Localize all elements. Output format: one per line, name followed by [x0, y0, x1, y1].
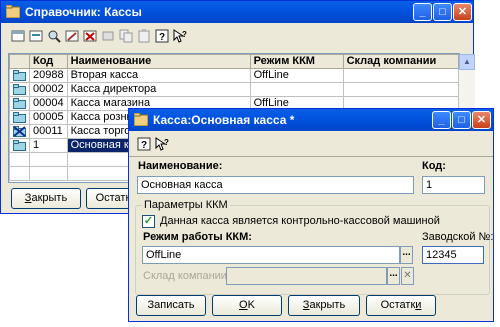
table-cell-warehouse: [342, 68, 459, 83]
table-cell-mode: [249, 82, 344, 97]
folder-icon: [13, 70, 26, 81]
table-cell-name: Вторая касса: [66, 68, 251, 83]
column-header-warehouse[interactable]: Склад компании: [342, 54, 459, 69]
table-cell-code: 1: [29, 138, 68, 153]
table-row[interactable]: 20988 Вторая касса OffLine: [9, 68, 459, 83]
save-button[interactable]: Записать: [136, 295, 206, 316]
svg-text:?: ?: [182, 30, 187, 39]
edit-icon[interactable]: [64, 28, 80, 44]
dialog-help-icon[interactable]: ?: [136, 136, 152, 152]
dialog-toolbar-separator: [129, 156, 493, 157]
code-field[interactable]: 1: [422, 176, 485, 194]
column-header-icon[interactable]: [9, 54, 30, 69]
dialog-app-icon: [134, 113, 148, 126]
main-titlebar[interactable]: Справочник: Кассы _ □ ✕: [1, 1, 473, 23]
empty-cell: [9, 166, 30, 181]
help-icon[interactable]: ?: [154, 28, 170, 44]
dialog-maximize-button[interactable]: □: [452, 111, 471, 129]
minimize-button[interactable]: _: [413, 3, 432, 21]
copy-icon[interactable]: [118, 28, 134, 44]
dialog-minimize-button[interactable]: _: [432, 111, 451, 129]
row-icon-cell: [9, 138, 30, 153]
table-cell-name: Касса директора: [66, 82, 251, 97]
mode-label: Режим работы ККМ:: [143, 231, 252, 243]
row-icon-cell: [9, 110, 30, 125]
new-group-icon[interactable]: [28, 28, 44, 44]
kkm-parameters-group-label: Параметры ККМ: [142, 199, 230, 211]
name-field[interactable]: Основная касса: [137, 176, 414, 194]
column-header-name[interactable]: Наименование: [66, 54, 251, 69]
empty-cell: [9, 152, 30, 167]
delete-icon[interactable]: [82, 28, 98, 44]
context-help-icon[interactable]: ?: [172, 28, 188, 44]
table-header-row: Код Наименование Режим ККМ Склад компани…: [9, 54, 459, 69]
row-icon-cell: [9, 96, 30, 111]
paste-icon[interactable]: [136, 28, 152, 44]
scroll-up-button[interactable]: ▲: [459, 54, 475, 70]
new-item-icon[interactable]: [10, 28, 26, 44]
remainders-button[interactable]: Остатки: [366, 295, 436, 316]
row-icon-cell: [9, 82, 30, 97]
table-cell-code: 00005: [29, 110, 68, 125]
table-cell-warehouse: [342, 82, 459, 97]
cash-register-dialog: Касса:Основная касса * _ □ ✕ ? ? Наимено…: [128, 108, 494, 322]
folder-icon: [13, 140, 26, 151]
warehouse-label: Склад компании:: [143, 270, 231, 282]
folder-icon: [13, 84, 26, 95]
warehouse-select-button: ...: [387, 267, 400, 285]
move-icon[interactable]: [100, 28, 116, 44]
main-toolbar: ? ?: [4, 25, 470, 47]
kkm-checkbox-label[interactable]: Данная касса является контрольно-кассово…: [160, 215, 440, 227]
close-window-button[interactable]: ✕: [453, 3, 472, 21]
kkm-checkbox[interactable]: ✓: [142, 215, 155, 228]
name-label: Наименование:: [138, 160, 223, 172]
serial-label: Заводской №:: [422, 231, 494, 243]
main-window-title: Справочник: Кассы: [25, 5, 142, 19]
table-cell-code: 00011: [29, 124, 68, 139]
table-row[interactable]: 00002 Касса директора: [9, 82, 459, 97]
code-label: Код:: [422, 160, 446, 172]
column-header-code[interactable]: Код: [29, 54, 68, 69]
deleted-folder-icon: [13, 126, 26, 137]
mode-field[interactable]: OffLine: [142, 246, 400, 264]
table-cell-code: 00002: [29, 82, 68, 97]
table-cell-code: 20988: [29, 68, 68, 83]
folder-icon: [13, 98, 26, 109]
row-icon-cell: [9, 124, 30, 139]
serial-field[interactable]: 12345: [422, 246, 484, 264]
table-cell-mode: OffLine: [249, 68, 344, 83]
dialog-close-window-button[interactable]: ✕: [472, 111, 491, 129]
svg-text:?: ?: [159, 32, 165, 43]
mode-select-button[interactable]: ...: [400, 246, 413, 264]
dialog-title: Касса:Основная касса *: [153, 113, 295, 127]
dialog-titlebar[interactable]: Касса:Основная касса * _ □ ✕: [129, 109, 493, 131]
warehouse-field: [226, 267, 387, 285]
find-icon[interactable]: [46, 28, 62, 44]
close-button[interactable]: Закрыть: [288, 295, 360, 316]
dialog-context-help-icon[interactable]: ?: [154, 136, 170, 152]
empty-cell: [29, 166, 68, 181]
folder-icon: [13, 112, 26, 123]
column-header-mode[interactable]: Режим ККМ: [249, 54, 344, 69]
maximize-button[interactable]: □: [433, 3, 452, 21]
ok-button[interactable]: ОK: [212, 295, 282, 316]
svg-text:?: ?: [141, 140, 147, 151]
svg-text:?: ?: [164, 138, 169, 147]
main-close-button[interactable]: Закрыть: [11, 188, 81, 209]
app-icon: [6, 5, 20, 18]
row-icon-cell: [9, 68, 30, 83]
empty-cell: [29, 152, 68, 167]
dialog-toolbar: ? ?: [132, 133, 490, 155]
table-cell-code: 00004: [29, 96, 68, 111]
warehouse-clear-icon: ✕: [401, 267, 414, 285]
